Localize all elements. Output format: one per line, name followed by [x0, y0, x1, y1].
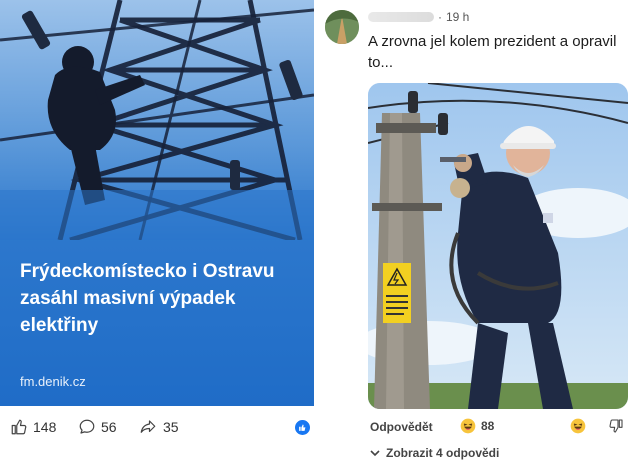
reaction-count: 88 [481, 419, 495, 433]
news-link-card[interactable]: Frýdeckomístecko i Ostravu zasáhl masivn… [0, 0, 314, 406]
show-replies-button[interactable]: Zobrazit 4 odpovědi [370, 446, 499, 460]
separator-dot: · [438, 10, 442, 24]
article-headline[interactable]: Frýdeckomístecko i Ostravu zasáhl masivn… [20, 258, 310, 339]
pylon-worker-photo [0, 0, 314, 240]
thumbs-up-icon [11, 419, 27, 435]
chevron-down-icon [370, 450, 380, 457]
comment-time: 19 h [446, 10, 470, 24]
article-source-domain: fm.denik.cz [20, 374, 86, 389]
share-button[interactable]: 35 [138, 418, 179, 436]
share-count: 35 [163, 419, 179, 435]
share-arrow-icon [140, 420, 156, 433]
reaction-summary[interactable]: 88 [460, 418, 494, 434]
commenter-avatar[interactable] [325, 10, 359, 44]
reply-button[interactable]: Odpovědět [370, 420, 433, 434]
show-replies-label: Zobrazit 4 odpovědi [386, 446, 500, 460]
comment-meta: · 19 h [368, 10, 469, 24]
comment-text: A zrovna jel kolem prezident a opravil t… [368, 33, 617, 71]
speech-bubble-icon [79, 419, 95, 434]
comment-count: 56 [101, 419, 117, 435]
laughing-emoji-icon[interactable] [570, 418, 586, 434]
comment-button[interactable]: 56 [78, 418, 117, 436]
thumbs-down-icon[interactable] [608, 418, 624, 434]
comment-action-bar: Odpovědět 88 [368, 418, 630, 438]
post-action-bar: 148 56 35 [0, 406, 314, 448]
like-reaction-icon [295, 420, 310, 435]
comment-photo[interactable] [368, 83, 628, 409]
laughing-emoji-icon [460, 418, 476, 434]
like-button[interactable]: 148 [10, 418, 56, 436]
commenter-name-blurred[interactable] [368, 12, 434, 22]
like-count: 148 [33, 419, 57, 435]
